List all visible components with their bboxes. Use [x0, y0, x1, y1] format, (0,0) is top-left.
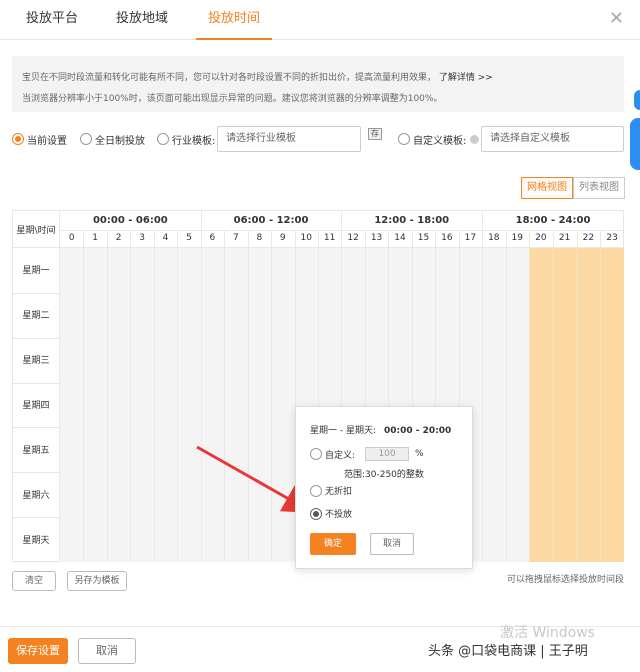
option-no-delivery[interactable]: 不投放 [310, 507, 352, 520]
range-note: 范围:30-250的整数 [344, 470, 424, 480]
annotation-arrow [196, 445, 314, 513]
author-credit: 头条 @口袋电商课 | 王子明 [428, 644, 588, 659]
option-custom-discount[interactable]: 自定义: 100% [310, 447, 424, 461]
option-no-discount[interactable]: 无折扣 [310, 484, 352, 497]
radio-icon[interactable] [310, 484, 322, 497]
windows-watermark: 激活 Windows [500, 625, 595, 641]
confirm-button[interactable]: 确定 [310, 533, 356, 555]
radio-icon[interactable] [310, 448, 322, 460]
popup-cancel-button[interactable]: 取消 [370, 533, 414, 555]
radio-icon[interactable] [310, 507, 322, 520]
discount-popup: 星期一 - 星期天: 00:00 - 20:00 自定义: 100% 范围:30-… [295, 406, 473, 569]
footer-cancel-button[interactable]: 取消 [78, 638, 136, 664]
discount-input[interactable]: 100 [365, 447, 410, 461]
save-settings-button[interactable]: 保存设置 [8, 638, 68, 664]
popup-title: 星期一 - 星期天: 00:00 - 20:00 [310, 426, 452, 436]
